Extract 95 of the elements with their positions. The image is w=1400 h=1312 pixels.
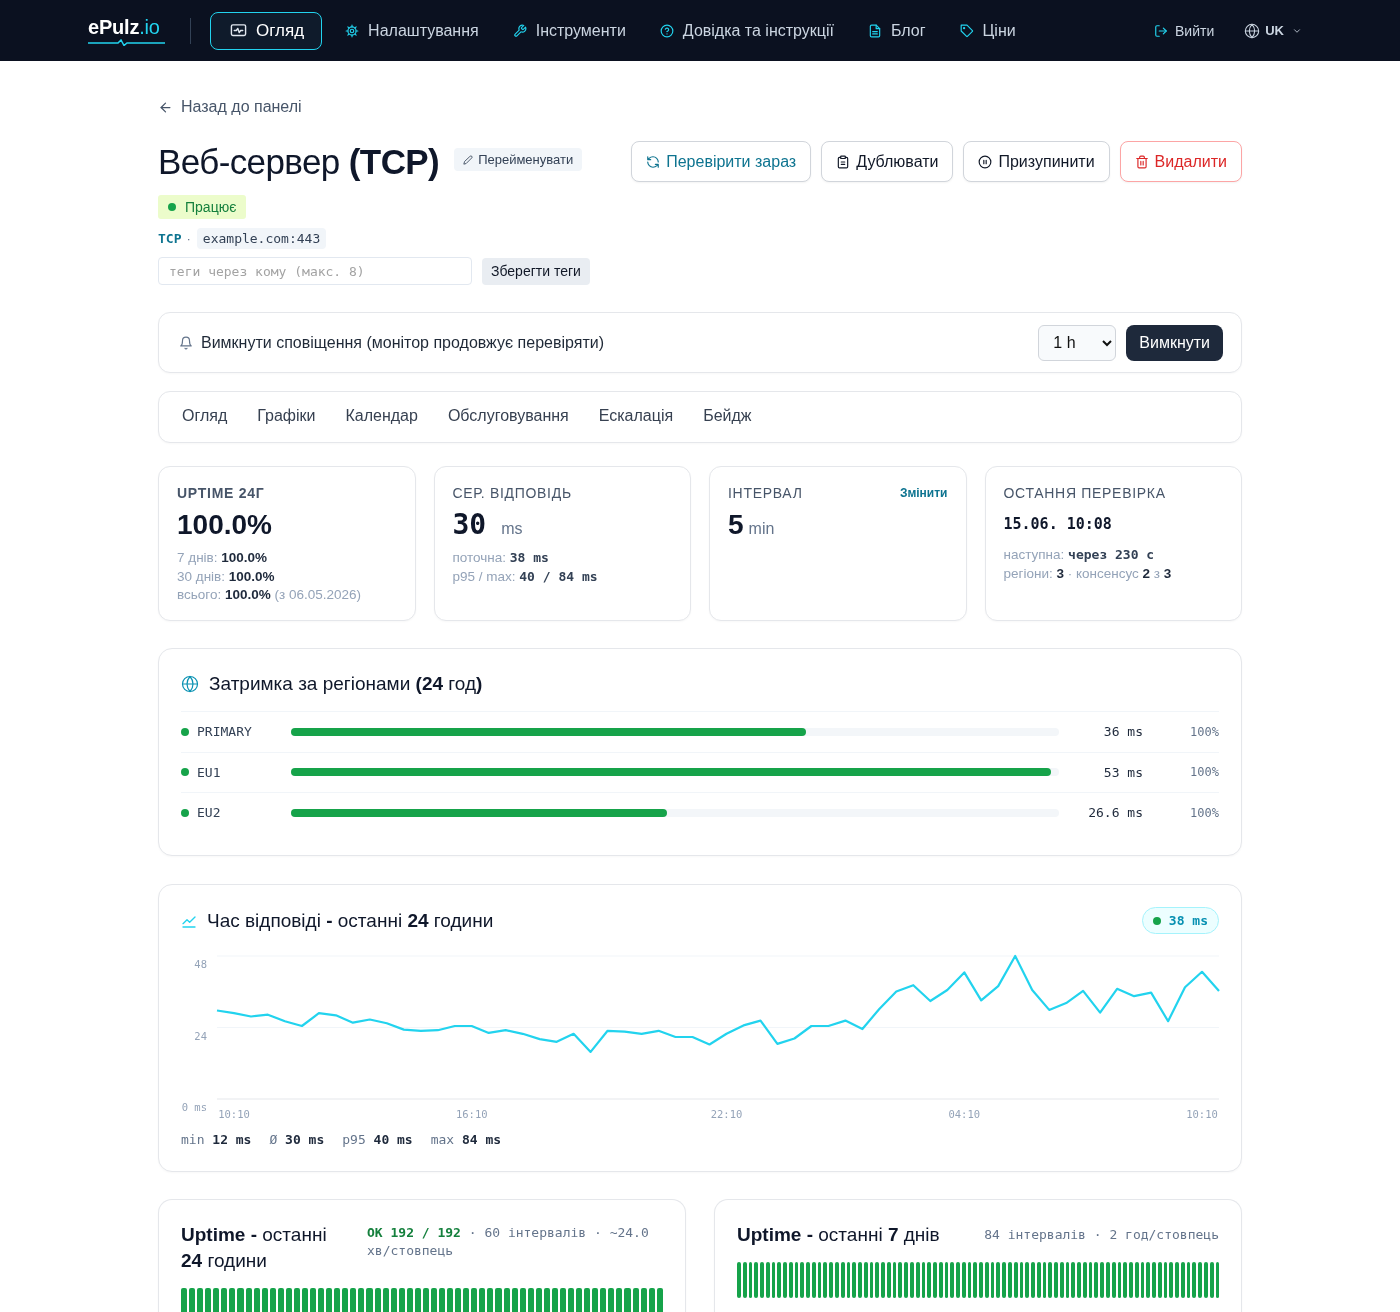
globe-icon bbox=[1244, 22, 1261, 39]
summary-stat: min 12 ms bbox=[181, 1132, 252, 1147]
stat-detail: регіони: 3 · консенсус 2 з 3 bbox=[1003, 564, 1173, 583]
save-tags-button[interactable]: Зберегти теги bbox=[482, 257, 590, 285]
stat-unit: min bbox=[748, 520, 775, 538]
duration-select[interactable]: 1 h bbox=[1038, 324, 1117, 361]
latency-value: 36 ms bbox=[1102, 724, 1143, 740]
section-title: Час відповіді - останні 24 години bbox=[207, 909, 494, 932]
pause-icon bbox=[978, 154, 993, 169]
tab[interactable]: Огляд bbox=[182, 403, 228, 431]
monitor-icon bbox=[230, 22, 247, 39]
logo[interactable]: ePulz.io bbox=[88, 15, 165, 46]
language-menu[interactable]: UK bbox=[1244, 22, 1302, 39]
x-axis-label: 04:10 bbox=[948, 1107, 981, 1120]
globe-icon bbox=[181, 675, 199, 693]
x-axis-label: 22:10 bbox=[710, 1107, 743, 1120]
stat-value: 15.06. 10:08 bbox=[1003, 514, 1112, 535]
current-latency: 38 ms bbox=[1168, 913, 1208, 928]
action-button[interactable]: Призупинити bbox=[963, 141, 1110, 182]
trash-icon bbox=[1134, 154, 1149, 169]
interval-info: OK 192 / 192 · 60 інтервалів · ~24.0 хв/стовпець bbox=[367, 1223, 650, 1260]
stat-value: 100.0% bbox=[177, 508, 272, 542]
status-dot-icon bbox=[1152, 916, 1161, 925]
success-rate: 100% bbox=[1189, 765, 1219, 780]
x-axis-label: 16:10 bbox=[455, 1107, 488, 1120]
latency-value: 26.6 ms bbox=[1087, 805, 1143, 821]
action-button[interactable]: Видалити bbox=[1119, 141, 1242, 182]
nav-link[interactable]: Інструменти bbox=[501, 11, 637, 50]
stat-detail: наступна: через 230 с bbox=[1003, 546, 1156, 564]
x-axis-label: 10:10 bbox=[1186, 1107, 1218, 1120]
action-button[interactable]: Дублювати bbox=[821, 141, 954, 182]
rename-button[interactable]: Перейменувати bbox=[454, 148, 583, 171]
success-rate: 100% bbox=[1189, 724, 1219, 739]
nav-link[interactable]: Огляд bbox=[210, 11, 323, 50]
region-name: PRIMARY bbox=[197, 724, 252, 740]
nav-link[interactable]: Ціни bbox=[948, 11, 1027, 50]
back-link[interactable]: Назад до панелі bbox=[158, 95, 302, 119]
tab[interactable]: Ескалація bbox=[598, 403, 674, 431]
nav-link[interactable]: Довідка та інструкції bbox=[648, 11, 845, 50]
latency-value: 53 ms bbox=[1102, 764, 1143, 780]
stat-detail: поточна: 38 ms bbox=[452, 549, 550, 567]
stat-label: UPTIME 24Г bbox=[177, 485, 265, 501]
pulse-line-icon bbox=[88, 38, 165, 46]
document-icon bbox=[867, 23, 882, 38]
summary-stat: Ø 30 ms bbox=[269, 1132, 325, 1147]
bell-icon bbox=[179, 335, 193, 350]
region-name: EU1 bbox=[197, 764, 221, 780]
logout-link[interactable]: Вийти bbox=[1154, 22, 1215, 39]
stat-detail: всього: 100.0% (з 06.05.2026) bbox=[177, 586, 362, 604]
tab[interactable]: Обслуговування bbox=[447, 403, 569, 431]
summary-stat: max 84 ms bbox=[430, 1132, 502, 1147]
mute-button[interactable]: Вимкнути bbox=[1126, 324, 1223, 361]
protocol-label: TCP bbox=[158, 231, 182, 246]
status-label: Працює bbox=[185, 199, 237, 215]
stat-value: 30 bbox=[452, 508, 487, 542]
tags-input[interactable]: теги через кому (макс. 8) bbox=[158, 257, 472, 285]
section-title: Затримка за регіонами (24 год) bbox=[209, 673, 483, 695]
wrench-icon bbox=[512, 23, 527, 38]
pencil-icon bbox=[463, 154, 474, 165]
uptime-title: Uptime - останні 7 днів bbox=[737, 1222, 940, 1247]
gear-icon bbox=[345, 23, 360, 38]
region-name: EU2 bbox=[197, 805, 221, 821]
stat-detail: 7 днів: 100.0% bbox=[177, 549, 269, 567]
stat-unit: ms bbox=[501, 520, 523, 538]
refresh-icon bbox=[646, 154, 661, 169]
change-link[interactable]: Змінити bbox=[899, 486, 948, 500]
stat-value: 5 bbox=[728, 508, 744, 542]
clipboard-icon bbox=[836, 154, 851, 169]
stat-label: ІНТЕРВАЛ bbox=[728, 485, 803, 501]
x-axis-label: 10:10 bbox=[218, 1107, 250, 1120]
summary-stat: p95 40 ms bbox=[342, 1132, 413, 1147]
tab[interactable]: Календар bbox=[345, 403, 418, 431]
stat-detail: p95 / max: 40 / 84 ms bbox=[452, 567, 599, 586]
nav-link[interactable]: Блог bbox=[856, 11, 937, 50]
uptime-title: Uptime - останні 24 години bbox=[181, 1222, 328, 1273]
tab[interactable]: Бейдж bbox=[703, 403, 752, 431]
arrow-left-icon bbox=[158, 99, 173, 115]
y-axis-label: 48 bbox=[194, 957, 207, 970]
separator: · bbox=[186, 231, 191, 246]
tag-icon bbox=[959, 23, 974, 38]
stat-label: СЕР. ВІДПОВІДЬ bbox=[452, 485, 572, 501]
stat-label: ОСТАННЯ ПЕРЕВІРКА bbox=[1003, 485, 1166, 501]
action-button[interactable]: Перевірити зараз bbox=[631, 141, 812, 182]
help-icon bbox=[659, 23, 674, 38]
logout-icon bbox=[1154, 23, 1168, 38]
monitor-title: Веб-сервер (TCP) bbox=[158, 141, 440, 182]
mute-description: Вимкнути сповіщення (монітор продовжує перевіряти) bbox=[201, 333, 604, 352]
target-address: example.com:443 bbox=[196, 228, 327, 249]
y-axis-label: 0 ms bbox=[181, 1100, 207, 1113]
stat-detail: 30 днів: 100.0% bbox=[177, 567, 276, 586]
tab[interactable]: Графіки bbox=[257, 403, 316, 431]
success-rate: 100% bbox=[1189, 805, 1219, 820]
y-axis-label: 24 bbox=[194, 1029, 207, 1041]
nav-link[interactable]: Налаштування bbox=[334, 11, 490, 50]
interval-info: 84 інтервалів · 2 год/стовпець bbox=[984, 1225, 1219, 1244]
